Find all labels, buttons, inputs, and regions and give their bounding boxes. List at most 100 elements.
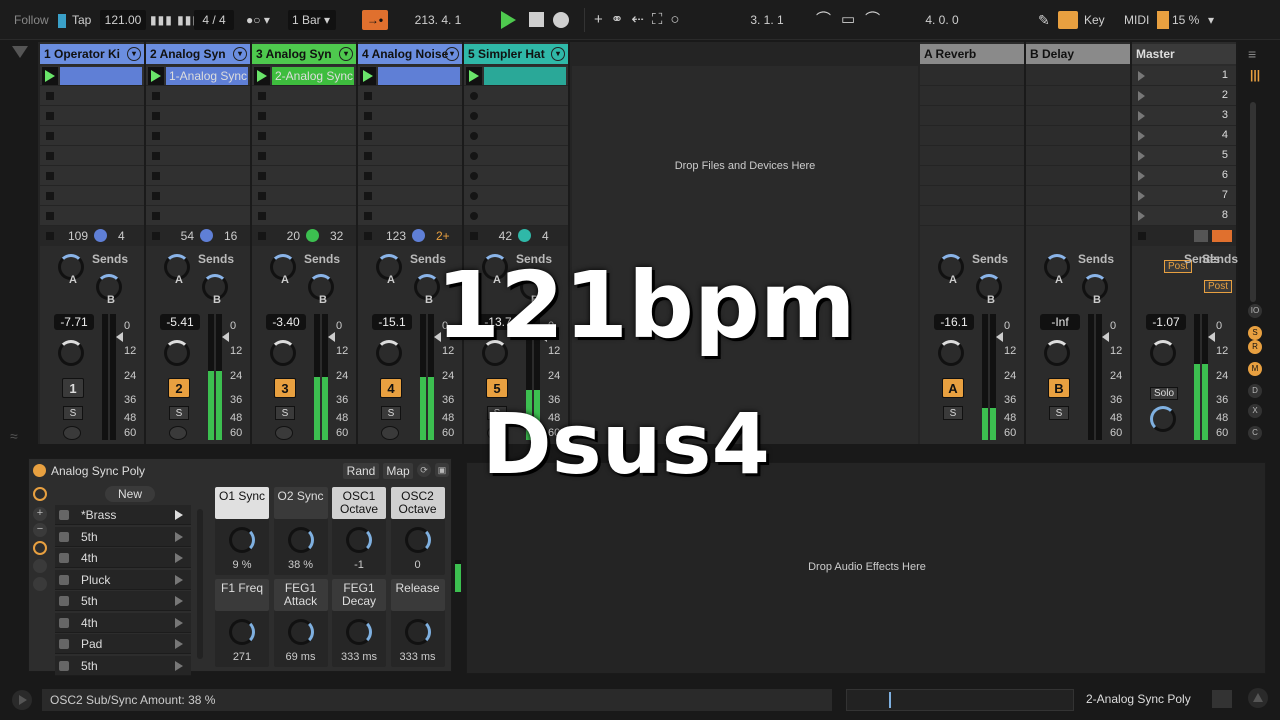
scene-launch-icon[interactable]	[1138, 151, 1145, 161]
solo-button[interactable]: S	[943, 406, 963, 420]
pan-knob[interactable]	[58, 340, 84, 366]
scene-launch-icon[interactable]	[1138, 91, 1145, 101]
stop-slot-icon[interactable]	[258, 172, 266, 180]
camera-icon[interactable]	[59, 617, 69, 628]
scene-slot[interactable]: 1	[1132, 66, 1236, 86]
preset-item[interactable]: 5th	[55, 655, 191, 676]
clip-slot[interactable]	[358, 126, 462, 146]
loop-length-field[interactable]: 4. 0. 0	[896, 10, 988, 30]
arm-button[interactable]	[63, 426, 81, 440]
cue-volume-knob[interactable]	[1150, 406, 1176, 432]
device-power-icon[interactable]	[33, 464, 46, 477]
clip-slot[interactable]	[464, 126, 568, 146]
overview-scrubber[interactable]	[846, 689, 1074, 711]
solo-button[interactable]: S	[169, 406, 189, 420]
clip-slot[interactable]	[40, 186, 144, 206]
scene-slot[interactable]: 4	[1132, 126, 1236, 146]
play-icon[interactable]	[501, 11, 516, 29]
clip-slot[interactable]	[464, 86, 568, 106]
stop-clips-icon[interactable]	[46, 232, 54, 240]
play-icon[interactable]	[175, 639, 183, 649]
macro-knob[interactable]	[346, 619, 372, 645]
clip-slot[interactable]	[40, 126, 144, 146]
preset-scrollbar[interactable]	[197, 509, 203, 659]
track-header[interactable]: 1 Operator Ki ▾	[40, 44, 144, 64]
solo-button[interactable]: S	[1049, 406, 1069, 420]
midi-map-button[interactable]: MIDI	[1124, 10, 1149, 30]
macro-control[interactable]: Release 333 ms	[390, 579, 445, 667]
arm-button[interactable]	[275, 426, 293, 440]
macro-knob[interactable]	[404, 527, 431, 553]
remove-icon[interactable]: −	[33, 523, 47, 537]
chevron-down-icon[interactable]: ▾	[445, 47, 459, 61]
macro-control[interactable]: FEG1 Attack 69 ms	[273, 579, 328, 667]
returns-toggle-icon[interactable]: R	[1248, 340, 1262, 354]
record-icon[interactable]	[553, 12, 569, 28]
follow-action-icon[interactable]	[1194, 230, 1208, 242]
volume-field[interactable]: -16.1	[934, 314, 974, 330]
scene-launch-icon[interactable]	[1138, 71, 1145, 81]
camera-icon[interactable]	[59, 510, 69, 520]
draw-mode-icon[interactable]: ✎	[1038, 10, 1050, 30]
scene-slot[interactable]: 8	[1132, 206, 1236, 226]
macro-knob[interactable]	[287, 619, 314, 645]
return-activator-button[interactable]: B	[1048, 378, 1070, 398]
clip[interactable]	[378, 67, 460, 85]
stop-slot-icon[interactable]	[152, 132, 160, 140]
chevron-down-icon[interactable]: ▾	[1208, 10, 1214, 30]
hot-swap-icon[interactable]	[33, 487, 47, 501]
macro-knob[interactable]	[229, 619, 255, 645]
clip-slot[interactable]	[146, 106, 250, 126]
macro-control[interactable]: FEG1 Decay 333 ms	[332, 579, 386, 667]
volume-arrow-icon[interactable]	[116, 332, 123, 342]
preset-item[interactable]: Pad	[55, 634, 191, 654]
track-activator-button[interactable]: 1	[62, 378, 84, 398]
chevron-down-icon[interactable]: ▾	[339, 47, 353, 61]
clip[interactable]: 2-Analog Sync	[272, 67, 354, 85]
stop-slot-icon[interactable]	[46, 152, 54, 160]
macro-control[interactable]: OSC2 Octave 0	[390, 487, 445, 575]
save-preset-icon[interactable]: ▣	[435, 463, 449, 477]
scene-record-icon[interactable]	[1212, 230, 1232, 242]
clip-slot[interactable]	[464, 146, 568, 166]
clip-slot[interactable]	[40, 146, 144, 166]
tempo-field[interactable]: 121.00	[100, 10, 146, 30]
clip-slot[interactable]	[252, 146, 356, 166]
volume-arrow-icon[interactable]	[1208, 332, 1215, 342]
clip-slot[interactable]: 1-Analog Sync	[146, 66, 250, 86]
stop-slot-icon[interactable]	[46, 112, 54, 120]
volume-field[interactable]: -15.1	[372, 314, 412, 330]
macro-control[interactable]: F1 Freq 271	[215, 579, 269, 667]
volume-field[interactable]: -7.71	[54, 314, 94, 330]
scene-slot[interactable]: 5	[1132, 146, 1236, 166]
time-signature-field[interactable]: 4 / 4	[194, 10, 234, 30]
clip-slot[interactable]	[40, 86, 144, 106]
stop-slot-icon[interactable]	[258, 212, 266, 220]
stop-clips-icon[interactable]	[364, 232, 372, 240]
key-map-button[interactable]: Key	[1084, 10, 1105, 30]
stop-slot-icon[interactable]	[364, 152, 372, 160]
macro-control[interactable]: O2 Sync 38 %	[273, 487, 328, 575]
stop-slot-icon[interactable]	[364, 132, 372, 140]
loop-switch-icon[interactable]: ⌒▭⌒	[816, 10, 890, 30]
macro-control[interactable]: OSC1 Octave -1	[332, 487, 386, 575]
tap-tempo-button[interactable]: Tap	[72, 10, 91, 30]
stop-icon[interactable]	[529, 12, 544, 27]
play-icon[interactable]	[175, 510, 183, 520]
clip-slot[interactable]	[358, 166, 462, 186]
play-icon[interactable]	[175, 617, 183, 628]
post-button[interactable]: Post	[1204, 280, 1233, 293]
stop-slot-icon[interactable]	[46, 92, 54, 100]
performance-toggle-icon[interactable]: C	[1248, 426, 1262, 440]
solo-cue-button[interactable]: Solo	[1150, 387, 1179, 400]
record-slot-icon[interactable]	[470, 152, 478, 160]
scene-slot[interactable]: 6	[1132, 166, 1236, 186]
stop-slot-icon[interactable]	[46, 192, 54, 200]
play-icon[interactable]	[45, 70, 55, 82]
rand-button[interactable]: Rand	[343, 463, 379, 479]
loop-start-field[interactable]: 3. 1. 1	[722, 10, 812, 30]
clip-slot[interactable]	[40, 206, 144, 226]
return-header[interactable]: A Reverb	[920, 44, 1024, 64]
clip-slot[interactable]: 2-Analog Sync	[252, 66, 356, 86]
stop-slot-icon[interactable]	[46, 212, 54, 220]
